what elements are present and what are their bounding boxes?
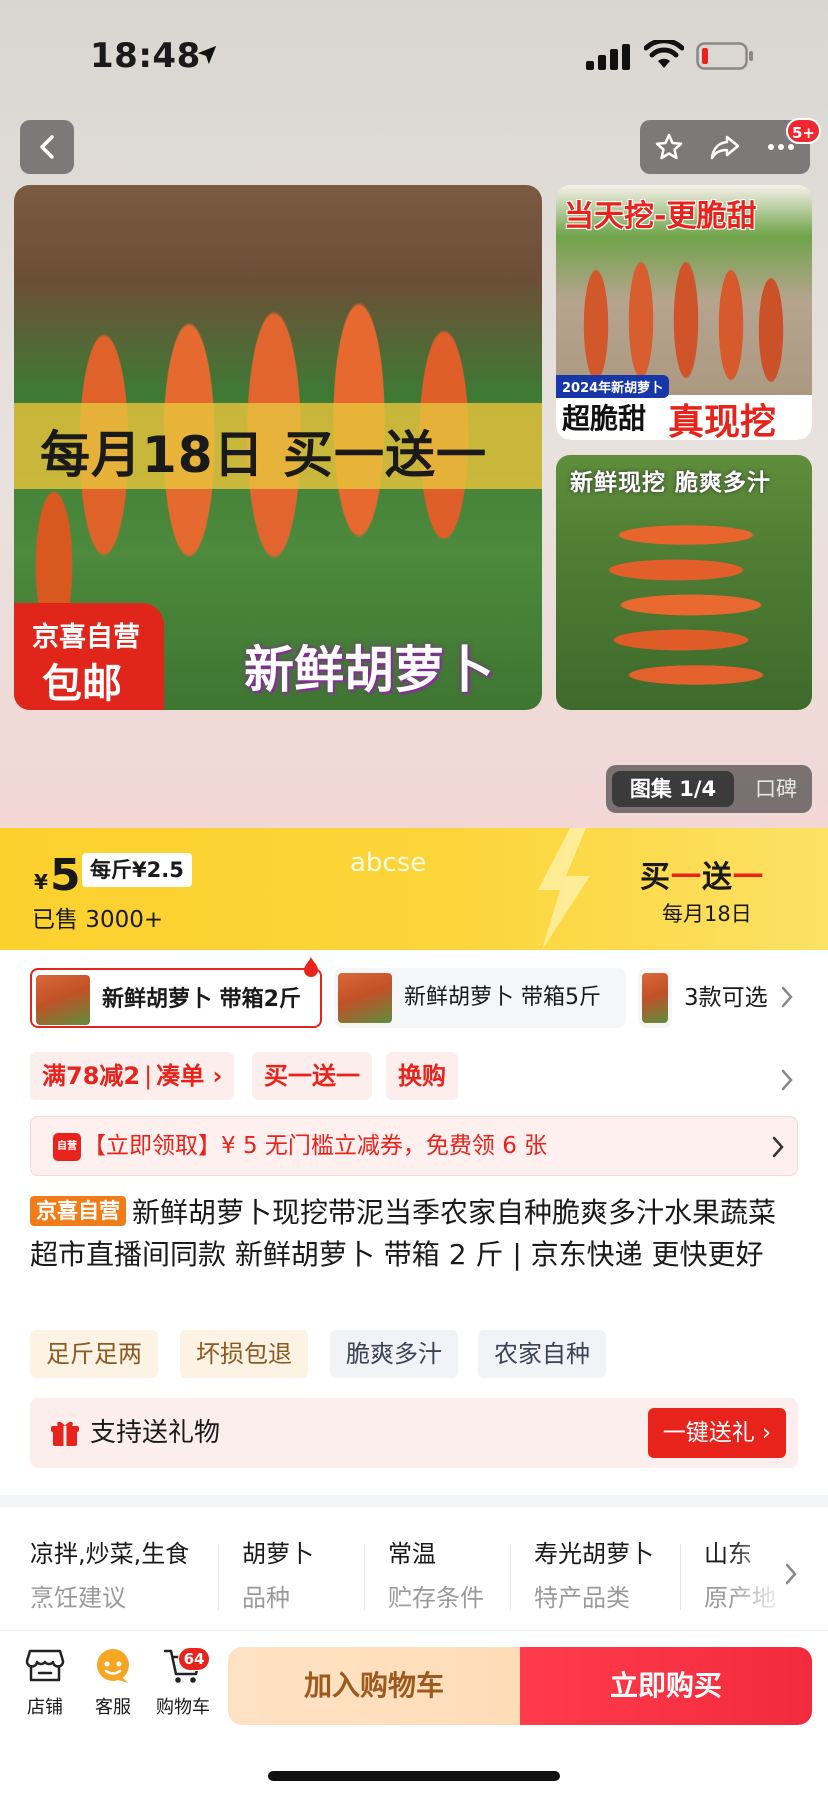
ribbon-bottom-text: 包邮: [42, 661, 122, 707]
customer-service-icon: [97, 1649, 129, 1683]
share-icon: [710, 135, 740, 160]
feature-tag: 脆爽多汁: [330, 1330, 458, 1378]
activity-subtitle: 每月18日: [662, 902, 752, 926]
sku-label: 新鲜胡萝卜 带箱5斤: [404, 985, 601, 1010]
param-key: 特产品类: [534, 1584, 630, 1612]
store-label: 店铺: [27, 1697, 63, 1718]
header-actions: [640, 120, 810, 174]
param-value: 常温: [388, 1540, 436, 1568]
ribbon-top-text: 京喜自营: [32, 622, 140, 653]
product-params[interactable]: 凉拌,炒菜,生食 烹饪建议 胡萝卜 品种 常温 贮存条件 寿光胡萝卜 特产品类 …: [0, 1522, 828, 1622]
sku-thumbnail: [642, 973, 668, 1023]
param-value: 寿光胡萝卜: [534, 1540, 654, 1568]
param-value: 凉拌,炒菜,生食: [30, 1540, 190, 1568]
side2-title: 新鲜现挖 脆爽多汁: [570, 470, 772, 496]
sku-label: 新鲜胡萝卜 带箱2斤: [102, 987, 301, 1012]
promo-tag-discount[interactable]: 满78减2 | 凑单 ›: [30, 1052, 235, 1100]
main-caption: 新鲜胡萝卜: [244, 641, 494, 699]
side1-bottom-left: 超脆甜: [562, 402, 647, 435]
main-banner-text: 每月18日 买一送一: [40, 426, 487, 484]
param-key: 烹饪建议: [30, 1584, 126, 1612]
chevron-right-icon: [781, 986, 793, 1008]
cart-label: 购物车: [156, 1697, 210, 1718]
side1-bottom-right: 真现挖: [668, 402, 777, 440]
jd-self-icon: 自营: [53, 1133, 81, 1161]
currency-symbol: ¥: [34, 870, 48, 894]
gift-banner: 支持送礼物 一键送礼 ›: [30, 1398, 798, 1468]
sku-more-link[interactable]: 3款可选: [684, 968, 768, 1028]
product-title-text: 新鲜胡萝卜现挖带泥当季农家自种脆爽多汁水果蔬菜超市直播间同款 新鲜胡萝卜 带箱 …: [30, 1196, 777, 1271]
chevron-right-icon: [772, 1136, 784, 1158]
status-bar: 18:48: [0, 0, 828, 100]
message-count-badge: 5+: [786, 118, 822, 144]
home-indicator: [268, 1771, 560, 1781]
cart-count-badge: 64: [178, 1647, 210, 1671]
share-button[interactable]: [698, 120, 752, 174]
gift-text: 支持送礼物: [90, 1418, 221, 1448]
gift-icon: [51, 1421, 79, 1446]
chevron-right-icon[interactable]: [784, 1562, 798, 1586]
promo-tag-trade-in[interactable]: 换购: [386, 1052, 458, 1100]
param-value: 胡萝卜: [242, 1540, 314, 1568]
side1-year-tag: 2024年新胡萝卜: [556, 375, 670, 398]
battery-icon: [696, 42, 753, 70]
tab-reviews[interactable]: 口碑: [746, 771, 806, 807]
buy-now-button[interactable]: 立即购买: [520, 1647, 812, 1725]
side-product-image-2[interactable]: 新鲜现挖 脆爽多汁: [556, 455, 812, 710]
star-icon: [655, 133, 683, 160]
store-icon: [25, 1649, 65, 1682]
activity-title: 买一送一: [640, 860, 764, 895]
status-time: 18:48: [90, 36, 201, 76]
gallery-tabs: 图集 1/4 口碑: [606, 765, 812, 813]
sku-thumbnail: [338, 973, 392, 1023]
sku-option[interactable]: 新鲜胡萝卜 带箱5斤: [334, 968, 626, 1028]
cellular-signal-icon: [586, 44, 630, 70]
bottom-action-bar: 店铺 客服 购物车 64 加入购物车 立即购买: [0, 1630, 828, 1795]
flame-icon: [304, 957, 318, 977]
promo-tag-bogo[interactable]: 买一送一: [252, 1052, 372, 1100]
lightning-icon: [538, 828, 590, 950]
sold-count: 已售 3000+: [32, 907, 164, 933]
sku-option-partial[interactable]: [638, 968, 672, 1028]
param-separator: [218, 1544, 219, 1610]
side-product-image-1[interactable]: 当天挖-更脆甜 2024年新胡萝卜 超脆甜 真现挖: [556, 185, 812, 440]
coupon-text: 【立即领取】¥ 5 无门槛立减券，免费领 6 张: [83, 1133, 548, 1159]
param-separator: [364, 1544, 365, 1610]
more-dots-icon: [768, 144, 794, 150]
param-separator: [680, 1544, 681, 1610]
sku-thumbnail: [36, 975, 90, 1025]
feature-tag: 农家自种: [478, 1330, 606, 1378]
param-item: 凉拌,炒菜,生食 烹饪建议: [30, 1522, 230, 1622]
chevron-right-icon[interactable]: [780, 1068, 794, 1092]
unit-price-tag: 每斤¥2.5: [82, 853, 192, 887]
favorite-button[interactable]: [642, 120, 696, 174]
store-button[interactable]: 店铺: [10, 1645, 80, 1735]
back-button[interactable]: [20, 120, 74, 174]
jx-badge: 京喜自营: [30, 1196, 126, 1226]
send-gift-button[interactable]: 一键送礼 ›: [648, 1408, 786, 1458]
side1-title: 当天挖-更脆甜: [564, 199, 757, 234]
main-product-image[interactable]: 每月18日 买一送一 京喜自营 包邮 新鲜胡萝卜: [14, 185, 542, 710]
product-gallery[interactable]: 18:48 5+ 每月18日 买一送一 京喜自营 包邮 新鲜胡萝卜 当天挖-更脆…: [0, 0, 828, 828]
param-separator: [510, 1544, 511, 1610]
coupon-banner[interactable]: 自营 【立即领取】¥ 5 无门槛立减券，免费领 6 张: [30, 1116, 798, 1176]
service-label: 客服: [95, 1697, 131, 1718]
feature-tag: 坏损包退: [180, 1330, 308, 1378]
watermark-text: abcse: [350, 848, 427, 878]
sku-option-selected[interactable]: 新鲜胡萝卜 带箱2斤: [30, 968, 322, 1028]
promo-price-bar: ¥ 5 每斤¥2.5 已售 3000+ abcse 买一送一 每月18日: [0, 828, 828, 950]
wifi-icon: [644, 40, 684, 68]
section-divider: [0, 1495, 828, 1507]
product-title: 京喜自营 新鲜胡萝卜现挖带泥当季农家自种脆爽多汁水果蔬菜超市直播间同款 新鲜胡萝卜…: [30, 1192, 800, 1276]
tab-gallery[interactable]: 图集 1/4: [612, 771, 734, 807]
price-value: 5: [50, 850, 81, 901]
param-key: 贮存条件: [388, 1584, 484, 1612]
chevron-left-icon: [40, 135, 54, 159]
add-to-cart-button[interactable]: 加入购物车: [228, 1647, 520, 1725]
param-key: 品种: [242, 1584, 290, 1612]
feature-tag: 足斤足两: [30, 1330, 158, 1378]
service-button[interactable]: 客服: [78, 1645, 148, 1735]
params-fade: [728, 1522, 828, 1622]
location-arrow-icon: [197, 45, 217, 65]
